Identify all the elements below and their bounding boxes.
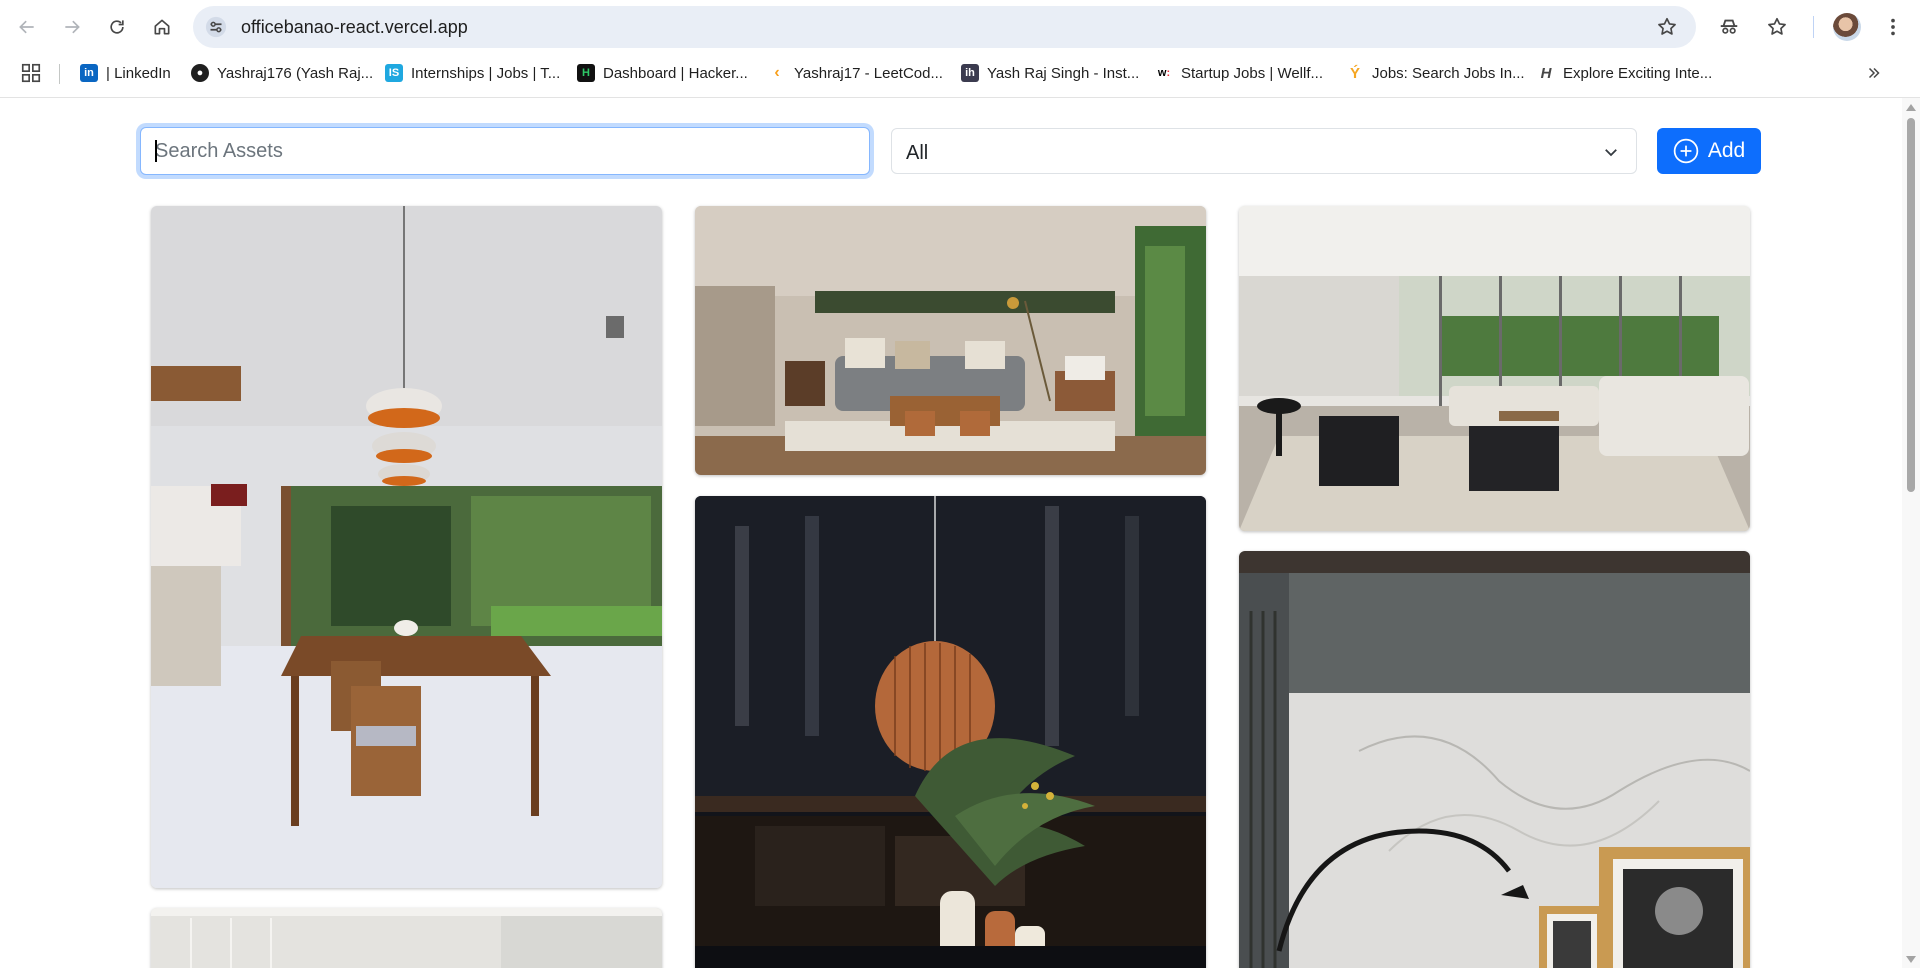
bookmarks-bar: in | LinkedIn ● Yashraj176 (Yash Raj... … <box>0 56 1920 90</box>
add-asset-button[interactable]: Add <box>1657 128 1761 174</box>
bookmark-internshala[interactable]: IS Internships | Jobs | T... <box>385 61 560 85</box>
bookmark-label: | LinkedIn <box>106 64 171 82</box>
add-button-label: Add <box>1707 139 1746 162</box>
hackerrank-icon: H <box>577 64 595 82</box>
dining-room-photo <box>151 206 662 888</box>
browser-menu-button[interactable] <box>1880 14 1906 40</box>
arrow-right-icon <box>65 20 80 34</box>
scroll-down-arrow-icon[interactable] <box>1906 956 1916 963</box>
bookmark-linkedin[interactable]: in | LinkedIn <box>80 61 171 85</box>
url-text: officebanao-react.vercel.app <box>241 17 468 37</box>
text-caret <box>155 140 157 162</box>
scroll-up-arrow-icon[interactable] <box>1906 104 1916 111</box>
naukri-icon: Ý <box>1346 64 1364 82</box>
bookmark-label: Jobs: Search Jobs In... <box>1372 64 1525 82</box>
scrollbar-thumb[interactable] <box>1907 118 1915 492</box>
bookmark-label: Explore Exciting Inte... <box>1563 64 1713 82</box>
bookmark-label: Yashraj176 (Yash Raj... <box>217 64 374 82</box>
bookmark-leetcode[interactable]: ‹ Yashraj17 - LeetCod... <box>768 61 943 85</box>
more-vertical-icon <box>1891 18 1895 36</box>
marble-wall-lamp-photo <box>1239 551 1750 968</box>
category-filter-select[interactable]: All <box>891 128 1637 174</box>
page-content: All Add <box>0 98 1902 968</box>
bookmark-github[interactable]: ● Yashraj176 (Yash Raj... <box>191 61 373 85</box>
open-lounge-photo <box>1239 206 1750 531</box>
reload-button[interactable] <box>99 9 135 45</box>
bookmark-label: Dashboard | Hacker... <box>603 64 748 82</box>
arrow-left-icon <box>19 20 34 34</box>
address-bar[interactable]: officebanao-react.vercel.app <box>193 6 1696 48</box>
asset-card[interactable] <box>1239 206 1750 531</box>
living-room-photo <box>695 206 1206 475</box>
reload-icon <box>110 20 124 34</box>
toolbar-divider <box>1813 16 1814 38</box>
wellfound-icon: w: <box>1155 64 1173 82</box>
bookmarks-divider <box>59 64 60 84</box>
github-icon: ● <box>191 64 209 82</box>
filter-selected-value: All <box>906 142 929 164</box>
plus-circle-icon <box>1673 138 1699 164</box>
bookmark-label: Internships | Jobs | T... <box>411 64 561 82</box>
bookmark-star-icon[interactable] <box>1656 16 1678 38</box>
bookmark-instahyre[interactable]: ih Yash Raj Singh - Inst... <box>961 61 1139 85</box>
bookmarks-button[interactable] <box>1764 14 1790 40</box>
search-assets-input[interactable] <box>140 127 870 175</box>
profile-avatar[interactable] <box>1833 13 1861 41</box>
double-chevron-right-icon <box>1868 67 1880 79</box>
bookmark-wellfound[interactable]: w: Startup Jobs | Wellf... <box>1155 61 1323 85</box>
star-list-icon <box>1768 17 1786 35</box>
bookmarks-overflow-button[interactable] <box>1862 61 1886 85</box>
incognito-button[interactable] <box>1716 14 1742 40</box>
asset-card[interactable] <box>151 908 662 968</box>
bright-room-photo <box>151 908 662 968</box>
hirect-icon: H <box>1537 64 1555 82</box>
spy-icon <box>1720 19 1738 34</box>
browser-toolbar: officebanao-react.vercel.app <box>0 0 1920 54</box>
chevron-down-icon <box>1605 149 1617 157</box>
browser-chrome: officebanao-react.vercel.app in | Linked… <box>0 0 1920 98</box>
linkedin-icon: in <box>80 64 98 82</box>
back-button[interactable] <box>9 9 45 45</box>
home-icon <box>154 19 170 35</box>
page-scrollbar[interactable] <box>1902 98 1920 968</box>
bookmark-label: Startup Jobs | Wellf... <box>1181 64 1324 82</box>
asset-card[interactable] <box>1239 551 1750 968</box>
apps-grid-icon[interactable] <box>20 62 42 84</box>
leetcode-icon: ‹ <box>768 64 786 82</box>
bookmark-hirect[interactable]: H Explore Exciting Inte... <box>1537 61 1712 85</box>
bookmark-label: Yash Raj Singh - Inst... <box>987 64 1140 82</box>
forward-button[interactable] <box>54 9 90 45</box>
asset-card[interactable] <box>695 496 1206 968</box>
bookmark-label: Yashraj17 - LeetCod... <box>794 64 943 82</box>
site-info-icon[interactable] <box>205 16 227 38</box>
internshala-icon: IS <box>385 64 403 82</box>
bookmark-naukri[interactable]: Ý Jobs: Search Jobs In... <box>1346 61 1525 85</box>
home-button[interactable] <box>144 9 180 45</box>
dark-kitchen-pendant-photo <box>695 496 1206 968</box>
asset-card[interactable] <box>151 206 662 888</box>
instahyre-icon: ih <box>961 64 979 82</box>
bookmark-hackerrank[interactable]: H Dashboard | Hacker... <box>577 61 748 85</box>
asset-card[interactable] <box>695 206 1206 475</box>
